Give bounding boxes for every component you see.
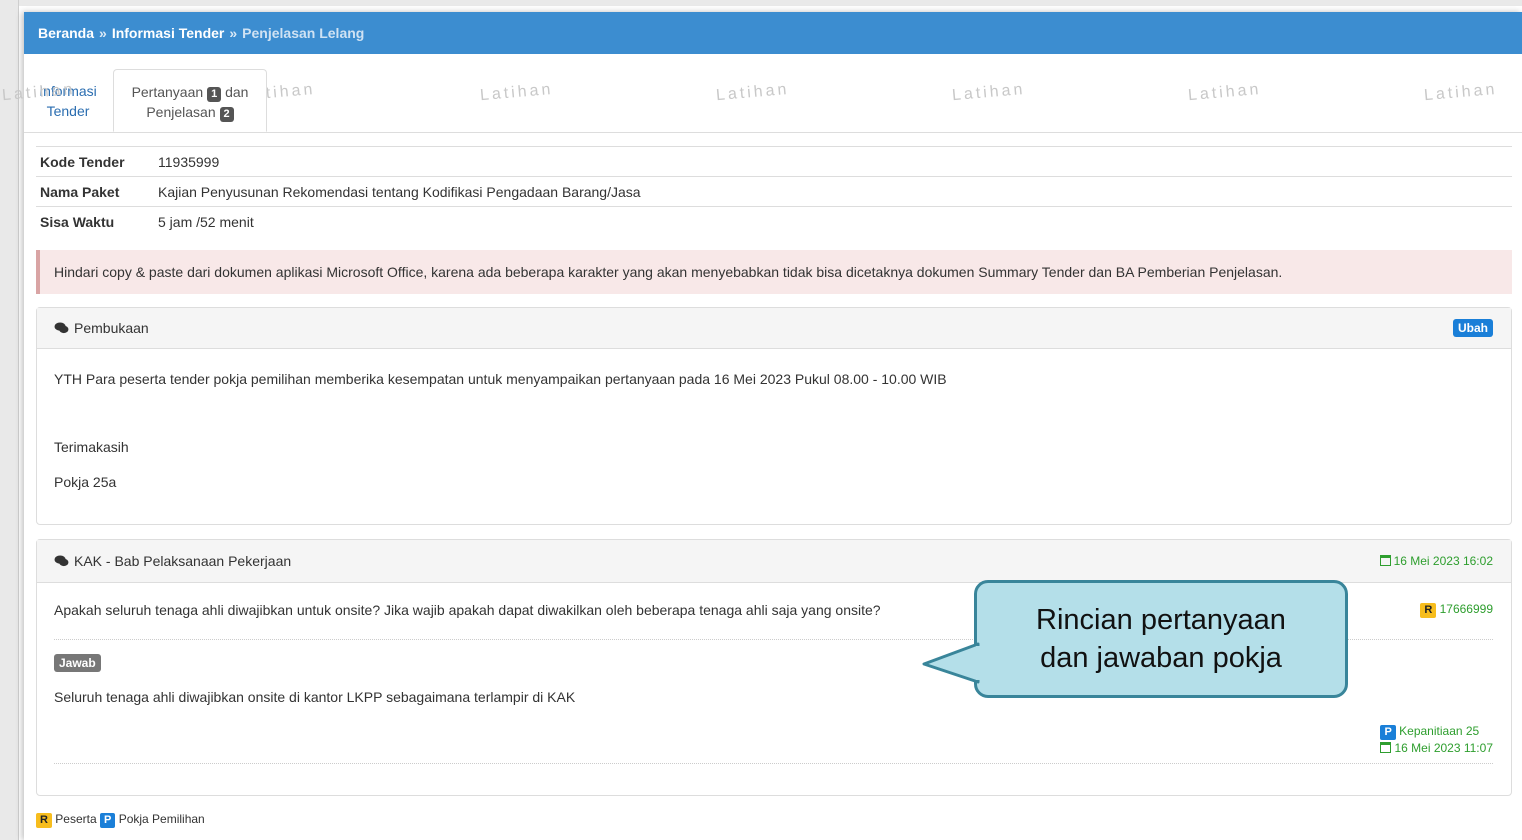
- tab-bar: Latihan Latihan Latihan Latihan Latihan …: [1, 54, 1522, 134]
- nama-paket-value: Kajian Penyusunan Rekomendasi tentang Ko…: [154, 176, 1512, 207]
- breadcrumb-current: Penjelasan Lelang: [242, 25, 365, 41]
- answerer-info: P Kepanitiaan 25 16 Mei 2023 11:07: [1380, 723, 1493, 756]
- pembukaan-text: YTH Para peserta tender pokja pemilihan …: [54, 371, 947, 387]
- peserta-badge: R: [1420, 603, 1437, 618]
- watermark: Latihan: [715, 80, 791, 105]
- table-row: Nama Paket Kajian Penyusunan Rekomendasi…: [36, 176, 1512, 207]
- breadcrumb: Beranda » Informasi Tender » Penjelasan …: [24, 12, 1522, 54]
- breadcrumb-separator: »: [229, 25, 238, 41]
- tender-info-table: Kode Tender 11935999 Nama Paket Kajian P…: [36, 146, 1512, 236]
- breadcrumb-home[interactable]: Beranda: [38, 25, 94, 41]
- pokja-badge: P: [1380, 725, 1396, 740]
- tab-label: Tender: [46, 103, 90, 119]
- legend-label: Peserta: [55, 812, 97, 826]
- legend: R Peserta P Pokja Pemilihan: [36, 812, 205, 828]
- breadcrumb-separator: »: [99, 25, 107, 41]
- watermark: Latihan: [1423, 80, 1499, 105]
- watermark: Latihan: [479, 80, 555, 105]
- callout-text: dan jawaban pokja: [1040, 642, 1282, 674]
- panel-header: Pembukaan Ubah: [37, 308, 1511, 349]
- pembukaan-text: Terimakasih: [54, 439, 129, 455]
- answer-text: Seluruh tenaga ahli diwajibkan onsite di…: [54, 689, 576, 705]
- edit-button[interactable]: Ubah: [1453, 319, 1493, 337]
- calendar-icon: [1380, 742, 1392, 753]
- breadcrumb-tender-info[interactable]: Informasi Tender: [112, 25, 225, 41]
- question-count-badge: 1: [207, 87, 222, 102]
- peserta-badge: R: [36, 813, 52, 828]
- comments-icon: [54, 555, 69, 567]
- sisa-waktu-label: Sisa Waktu: [36, 206, 154, 236]
- kode-tender-value: 11935999: [154, 146, 1512, 177]
- answerer-name: Kepanitiaan 25: [1399, 724, 1480, 738]
- legend-label: Pokja Pemilihan: [118, 812, 205, 826]
- sisa-waktu-value: 5 jam /52 menit: [154, 206, 1512, 236]
- jawab-label: Jawab: [54, 654, 101, 672]
- pembukaan-panel: Pembukaan Ubah YTH Para peserta tender p…: [36, 307, 1512, 525]
- kode-tender-label: Kode Tender: [36, 146, 154, 177]
- tutorial-callout: Rincian pertanyaan dan jawaban pokja: [974, 580, 1348, 698]
- nama-paket-label: Nama Paket: [36, 176, 154, 207]
- answer-count-badge: 2: [219, 107, 234, 122]
- tab-label: dan: [225, 84, 249, 100]
- comments-icon: [54, 322, 69, 334]
- asker-id: 17666999: [1439, 602, 1493, 616]
- window-frame-top: [0, 0, 1522, 6]
- pembukaan-text: Pokja 25a: [54, 474, 117, 490]
- callout-pointer: [922, 642, 982, 684]
- panel-header: KAK - Bab Pelaksanaan Pekerjaan 16 Mei 2…: [37, 540, 1511, 583]
- tab-divider: [24, 132, 1522, 133]
- question-text: Apakah seluruh tenaga ahli diwajibkan un…: [54, 602, 881, 618]
- table-row: Kode Tender 11935999: [36, 146, 1512, 177]
- panel-title: Pembukaan: [74, 320, 149, 336]
- answer-date: 16 Mei 2023 11:07: [1394, 741, 1493, 755]
- pokja-badge: P: [100, 813, 116, 828]
- tab-label: Pertanyaan: [131, 84, 204, 100]
- warning-alert: Hindari copy & paste dari dokumen aplika…: [36, 250, 1512, 294]
- question-date: 16 Mei 2023 16:02: [1379, 554, 1493, 568]
- watermark: Latihan: [1187, 80, 1263, 105]
- asker-info: R 17666999: [1420, 602, 1493, 618]
- panel-title: KAK - Bab Pelaksanaan Pekerjaan: [74, 553, 292, 569]
- tab-pertanyaan-penjelasan[interactable]: Pertanyaan 1 dan Penjelasan 2: [113, 69, 267, 132]
- window-frame-left: [0, 0, 19, 840]
- tab-label: Penjelasan: [146, 104, 216, 120]
- watermark: Latihan: [951, 80, 1027, 105]
- divider: [54, 763, 1493, 764]
- app-window: Beranda » Informasi Tender » Penjelasan …: [1, 12, 1522, 840]
- calendar-icon: [1379, 555, 1391, 566]
- callout-text: Rincian pertanyaan: [1036, 604, 1286, 636]
- table-row: Sisa Waktu 5 jam /52 menit: [36, 206, 1512, 236]
